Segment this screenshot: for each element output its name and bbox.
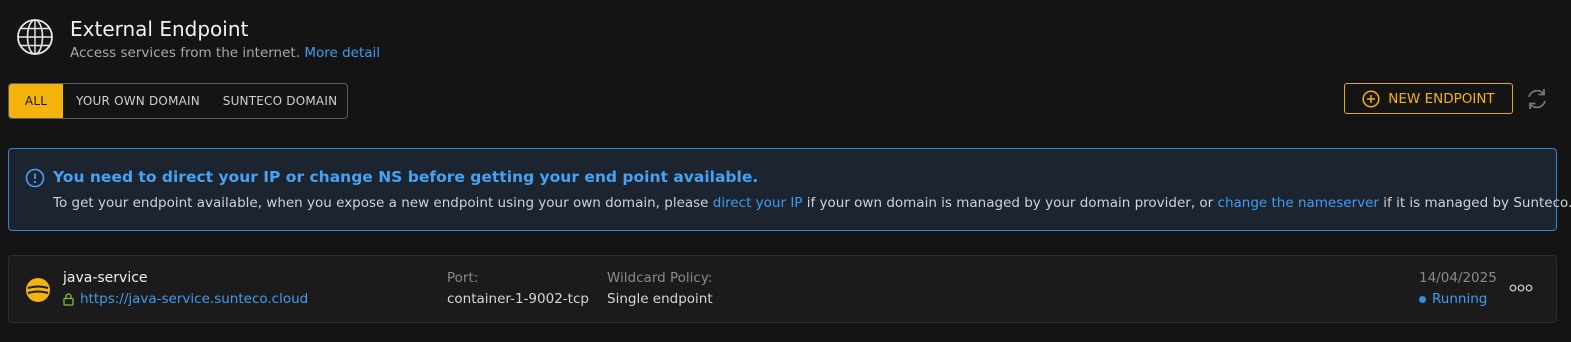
tab-your-own-domain[interactable]: YOUR OWN DOMAIN (63, 84, 213, 118)
tab-all[interactable]: ALL (9, 84, 63, 118)
page-title: External Endpoint (70, 17, 249, 41)
status-text: Running (1432, 291, 1488, 307)
refresh-icon[interactable] (1524, 86, 1550, 112)
page-subtitle: Access services from the internet. More … (70, 44, 380, 62)
alert-body: To get your endpoint available, when you… (53, 195, 1571, 211)
direct-ip-link[interactable]: direct your IP (713, 195, 803, 211)
plus-circle-icon (1362, 89, 1380, 108)
alert-text-1: To get your endpoint available, when you… (53, 195, 709, 211)
status-badge: Running (1419, 291, 1487, 307)
alert-title: You need to direct your IP or change NS … (53, 168, 759, 186)
ip-ns-alert: You need to direct your IP or change NS … (8, 148, 1571, 231)
new-endpoint-button[interactable]: NEW ENDPOINT (1344, 83, 1513, 114)
change-nameserver-link[interactable]: change the nameserver (1218, 195, 1379, 211)
lock-icon (63, 292, 74, 306)
more-detail-link[interactable]: More detail (304, 45, 380, 61)
info-icon (25, 168, 45, 188)
endpoint-name: java-service (63, 270, 148, 286)
status-dot-icon (1419, 295, 1426, 303)
endpoint-url-link[interactable]: https://java-service.sunteco.cloud (80, 291, 308, 307)
alert-text-2: if your own domain is managed by your do… (806, 195, 1214, 211)
java-service-icon (26, 278, 50, 302)
port-label: Port: (447, 270, 479, 286)
port-value: container-1-9002-tcp (447, 291, 589, 307)
tab-sunteco-domain[interactable]: SUNTECO DOMAIN (213, 84, 347, 118)
new-endpoint-label: NEW ENDPOINT (1388, 90, 1495, 107)
created-date: 14/04/2025 (1419, 270, 1497, 286)
globe-icon (17, 19, 53, 55)
alert-text-3: if it is managed by Sunteco. (1383, 195, 1571, 211)
wildcard-policy-value: Single endpoint (607, 291, 713, 307)
page-header: External Endpoint Access services from t… (16, 16, 380, 62)
wildcard-policy-label: Wildcard Policy: (607, 270, 713, 286)
more-options-icon[interactable] (1509, 282, 1533, 294)
subtitle-text: Access services from the internet. (70, 45, 301, 61)
domain-filter-tabs: ALL YOUR OWN DOMAIN SUNTECO DOMAIN (8, 83, 348, 119)
endpoint-card[interactable]: java-service https://java-service.suntec… (8, 255, 1557, 323)
endpoint-url-row: https://java-service.sunteco.cloud (63, 291, 308, 307)
